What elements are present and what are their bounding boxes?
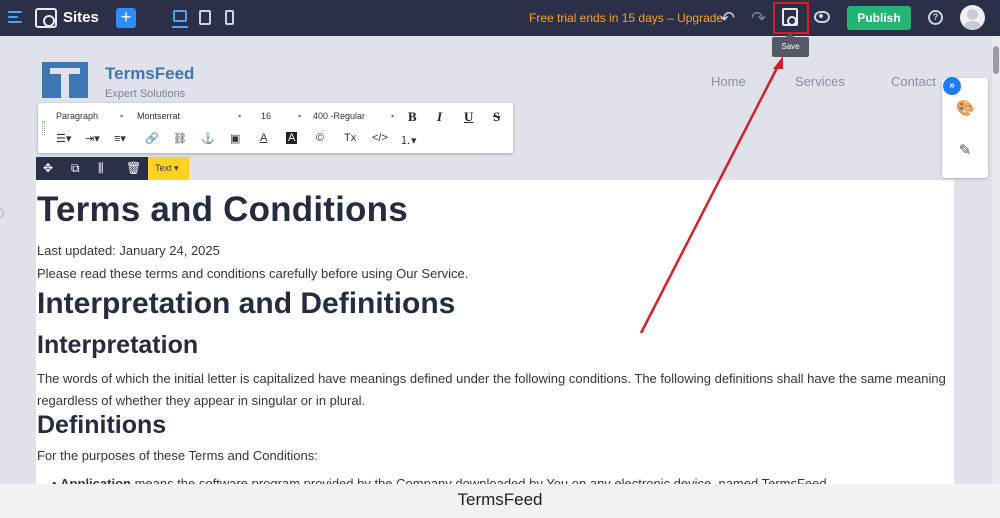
last-updated-text[interactable]: Last updated: January 24, 2025 — [37, 243, 220, 258]
text-color-icon[interactable]: A — [260, 132, 267, 144]
interpretation-text[interactable]: The words of which the initial letter is… — [37, 368, 952, 412]
save-icon[interactable] — [782, 8, 798, 26]
ordered-list-icon[interactable]: ⒈▾ — [400, 132, 417, 148]
preview-eye-icon[interactable] — [814, 11, 830, 23]
chevron-down-icon[interactable]: ▪ — [120, 111, 123, 121]
redo-icon[interactable]: ↷ — [751, 8, 766, 29]
anchor-icon[interactable]: ⚓ — [201, 132, 215, 145]
text-block[interactable]: Terms and Conditions Last updated: Janua… — [36, 180, 954, 484]
heading-interpretation-definitions[interactable]: Interpretation and Definitions — [37, 287, 455, 321]
mobile-view-icon[interactable] — [225, 10, 234, 25]
code-icon[interactable]: </> — [372, 132, 388, 144]
copyright-icon[interactable]: © — [316, 132, 324, 144]
list-item[interactable]: • Application means the software program… — [52, 476, 827, 484]
sites-label[interactable]: Sites — [63, 9, 99, 26]
application-text: means the software program provided by t… — [130, 476, 827, 484]
link-icon[interactable]: 🔗 — [145, 132, 159, 145]
design-palette-icon[interactable]: 🎨 — [956, 100, 975, 118]
formatting-toolbar: Paragraph ▪ Montserrat ▪ 16 ▪ 400 -Regul… — [38, 103, 513, 153]
tablet-view-icon[interactable] — [199, 10, 211, 25]
brand-logo[interactable] — [42, 62, 88, 98]
bold-button[interactable]: B — [408, 109, 417, 125]
help-icon[interactable]: ? — [928, 10, 943, 25]
bg-color-icon[interactable]: A — [286, 132, 298, 144]
underline-button[interactable]: U — [464, 109, 473, 125]
panel-toggle-button[interactable]: » — [943, 77, 961, 95]
element-action-bar: ✥ ⧉ ⫼ 🗑 — [36, 157, 148, 180]
publish-button[interactable]: Publish — [847, 6, 911, 30]
italic-button[interactable]: I — [437, 109, 442, 125]
delete-icon[interactable]: 🗑 — [126, 161, 141, 175]
chevron-down-icon[interactable]: ▪ — [238, 111, 241, 121]
settings-icon[interactable]: ⫼ — [98, 161, 104, 176]
sites-icon[interactable] — [35, 8, 57, 28]
save-tooltip: Save — [772, 33, 809, 57]
image-icon[interactable]: ▣ — [230, 132, 240, 145]
unlink-icon[interactable]: ⛓ — [173, 132, 187, 145]
heading-interpretation[interactable]: Interpretation — [37, 331, 198, 360]
definitions-intro-text[interactable]: For the purposes of these Terms and Cond… — [37, 448, 318, 463]
move-icon[interactable]: ✥ — [43, 161, 53, 175]
duplicate-icon[interactable]: ⧉ — [71, 161, 80, 176]
strikethrough-button[interactable]: S — [493, 109, 500, 125]
brand-tagline: Expert Solutions — [105, 88, 186, 100]
menu-icon[interactable] — [8, 11, 22, 25]
desktop-view-icon[interactable] — [172, 10, 188, 28]
avatar[interactable] — [960, 5, 985, 30]
block-type-select[interactable]: Paragraph — [56, 111, 98, 121]
nav-contact[interactable]: Contact — [891, 74, 936, 89]
drag-handle-icon[interactable] — [42, 121, 45, 135]
top-bar: Sites + Free trial ends in 15 days – Upg… — [0, 0, 1000, 36]
font-size-select[interactable]: 16 — [261, 111, 271, 121]
element-type-dropdown[interactable]: Text ▾ — [148, 157, 189, 180]
application-term: Application — [60, 476, 131, 484]
scrollbar-thumb[interactable] — [993, 46, 999, 74]
nav-home[interactable]: Home — [711, 74, 746, 89]
font-weight-select[interactable]: 400 -Regular — [313, 111, 365, 121]
caption-bar: TermsFeed — [0, 484, 1000, 518]
list-icon[interactable]: ≡▾ — [114, 132, 126, 145]
chevron-down-icon[interactable]: ▪ — [298, 111, 301, 121]
edit-content-icon[interactable]: ✎ — [956, 142, 974, 160]
intro-text[interactable]: Please read these terms and conditions c… — [37, 266, 468, 281]
clear-format-icon[interactable]: Tx — [344, 132, 356, 144]
undo-icon[interactable]: ↶ — [720, 8, 735, 29]
left-edge-handle[interactable] — [0, 208, 4, 218]
brand-name[interactable]: TermsFeed — [105, 64, 194, 84]
heading-definitions[interactable]: Definitions — [37, 411, 166, 440]
add-element-button[interactable]: + — [116, 8, 136, 28]
nav-services[interactable]: Services — [795, 74, 845, 89]
vertical-scrollbar[interactable] — [992, 36, 1000, 484]
font-family-select[interactable]: Montserrat — [137, 111, 180, 121]
editor-workspace: TermsFeed Expert Solutions Home Services… — [0, 36, 1000, 484]
page-title[interactable]: Terms and Conditions — [37, 190, 408, 230]
chevron-down-icon[interactable]: ▪ — [391, 111, 394, 121]
trial-upgrade-link[interactable]: Free trial ends in 15 days – Upgrade — [529, 11, 723, 25]
align-left-icon[interactable]: ☰▾ — [56, 132, 71, 145]
indent-icon[interactable]: ⇥▾ — [85, 132, 100, 145]
